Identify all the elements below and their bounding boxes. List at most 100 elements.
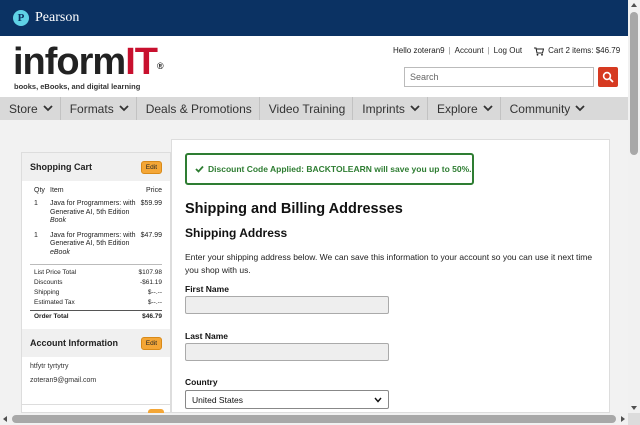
item-price: $47.99	[140, 231, 162, 239]
country-label: Country	[185, 377, 218, 387]
nav-item-imprints[interactable]: Imprints	[353, 97, 428, 120]
logo-main-text: inform	[13, 41, 126, 83]
cart-item-row: 1 Java for Programmers: with Generative …	[30, 230, 162, 262]
page-title: Shipping and Billing Addresses	[185, 201, 403, 217]
check-icon	[195, 165, 204, 173]
total-value: $107.98	[138, 269, 163, 276]
search-button[interactable]	[598, 67, 618, 87]
item-format: Book	[50, 217, 66, 224]
shipping-row: Shipping $--.--	[30, 288, 162, 298]
last-name-field[interactable]	[185, 343, 389, 361]
account-link[interactable]: Account	[455, 46, 484, 55]
site-tagline: books, eBooks, and digital learning	[14, 82, 141, 91]
checkout-sidebar: Shopping Cart Edit Qty Item Price 1 Java…	[21, 152, 171, 415]
chevron-down-icon	[482, 105, 493, 112]
account-panel-title: Account Information	[30, 338, 118, 348]
estimated-tax-row: Estimated Tax $--.--	[30, 298, 162, 308]
scrollbar-corner	[628, 413, 640, 425]
search-input[interactable]: Search	[404, 67, 594, 87]
vertical-scroll-thumb[interactable]	[630, 12, 638, 155]
cart-summary-link[interactable]: Cart 2 items: $46.79	[548, 46, 620, 55]
list-price-total-row: List Price Total $107.98	[30, 268, 162, 278]
discount-alert: Discount Code Applied: BACKTOLEARN will …	[185, 153, 474, 185]
total-value: -$61.19	[139, 279, 162, 286]
item-details: Java for Programmers: with Generative AI…	[50, 200, 140, 226]
logo-registered-mark: ®	[157, 61, 164, 71]
cart-table: Qty Item Price 1 Java for Programmers: w…	[22, 181, 170, 322]
chevron-down-icon	[575, 105, 585, 112]
col-qty: Qty	[34, 187, 45, 194]
item-qty: 1	[34, 231, 38, 239]
logo-accent-text: IT	[125, 41, 158, 83]
checkout-main: Discount Code Applied: BACKTOLEARN will …	[171, 139, 610, 413]
total-label: Order Total	[34, 313, 69, 320]
informit-logo[interactable]: informIT®	[13, 41, 164, 83]
cart-icon[interactable]	[534, 47, 545, 56]
discounts-row: Discounts -$61.19	[30, 278, 162, 288]
nav-item-store[interactable]: Store	[0, 97, 61, 120]
nav-item-video-training[interactable]: Video Training	[260, 97, 354, 120]
nav-item-formats[interactable]: Formats	[61, 97, 137, 120]
nav-item-explore[interactable]: Explore	[428, 97, 501, 120]
item-price: $59.99	[140, 200, 162, 207]
account-details: htfytr tyrtytry zoteran9@gmail.com	[22, 357, 170, 391]
main-nav: Store Formats Deals & Promotions Video T…	[0, 97, 628, 120]
scroll-left-arrow-icon[interactable]	[3, 416, 7, 422]
country-select[interactable]: United States	[185, 390, 389, 409]
cart-totals: List Price Total $107.98 Discounts -$61.19…	[30, 264, 162, 322]
horizontal-scroll-thumb[interactable]	[12, 415, 616, 423]
nav-item-deals[interactable]: Deals & Promotions	[137, 97, 260, 120]
total-label: Estimated Tax	[34, 299, 75, 306]
section-title: Shipping Address	[185, 226, 288, 240]
search-icon	[602, 71, 614, 83]
last-name-label: Last Name	[185, 331, 228, 341]
vertical-scrollbar[interactable]	[628, 0, 640, 413]
chevron-down-icon	[43, 105, 53, 112]
nav-label: Video Training	[268, 101, 346, 116]
scroll-right-arrow-icon[interactable]	[621, 416, 625, 422]
logout-link[interactable]: Log Out	[494, 46, 522, 55]
discount-alert-text: Discount Code Applied: BACKTOLEARN will …	[208, 164, 472, 174]
scroll-down-arrow-icon[interactable]	[631, 406, 637, 410]
col-item: Item	[50, 187, 64, 194]
cart-panel-header: Shopping Cart Edit	[22, 153, 170, 181]
user-links: Hello zoteran9 | Account | Log Out Cart …	[393, 46, 620, 56]
nav-label: Explore	[436, 101, 478, 116]
pearson-brand-link[interactable]: Pearson	[35, 10, 79, 26]
nav-label: Store	[9, 101, 38, 116]
first-name-label: First Name	[185, 284, 229, 294]
item-format: eBook	[50, 248, 70, 256]
greeting-text: Hello zoteran9	[393, 46, 445, 55]
chevron-down-icon	[374, 397, 382, 403]
cart-panel-title: Shopping Cart	[30, 162, 92, 172]
horizontal-scrollbar[interactable]	[0, 413, 628, 425]
edit-account-button[interactable]: Edit	[140, 336, 162, 350]
cart-header-row: Qty Item Price	[30, 183, 162, 198]
first-name-field[interactable]	[185, 296, 389, 314]
item-name: Java for Programmers: with Generative AI…	[50, 200, 136, 216]
chevron-down-icon	[410, 105, 420, 112]
pearson-logo-icon[interactable]: P	[13, 10, 29, 26]
nav-label: Formats	[69, 101, 114, 116]
chevron-down-icon	[119, 105, 129, 112]
item-qty: 1	[34, 200, 38, 207]
total-value: $--.--	[147, 289, 162, 296]
item-name: Java for Programmers: with Generative AI…	[50, 231, 136, 248]
site-header: informIT® books, eBooks, and digital lea…	[0, 36, 628, 97]
total-label: List Price Total	[34, 269, 77, 276]
scroll-up-arrow-icon[interactable]	[631, 3, 637, 7]
separator: |	[448, 46, 451, 55]
pearson-bar: P Pearson	[0, 0, 628, 36]
account-panel-header: Account Information Edit	[22, 329, 170, 357]
nav-label: Deals & Promotions	[145, 101, 252, 116]
item-details: Java for Programmers: with Generative AI…	[50, 232, 140, 258]
account-name: htfytr tyrtytry	[30, 363, 69, 370]
separator: |	[487, 46, 490, 55]
order-total-row: Order Total $46.79	[30, 310, 162, 322]
total-label: Shipping	[34, 289, 60, 296]
nav-label: Imprints	[362, 101, 405, 116]
total-value: $46.79	[142, 313, 162, 320]
nav-item-community[interactable]: Community	[501, 97, 593, 120]
col-price: Price	[146, 187, 162, 194]
edit-cart-button[interactable]: Edit	[140, 160, 162, 174]
